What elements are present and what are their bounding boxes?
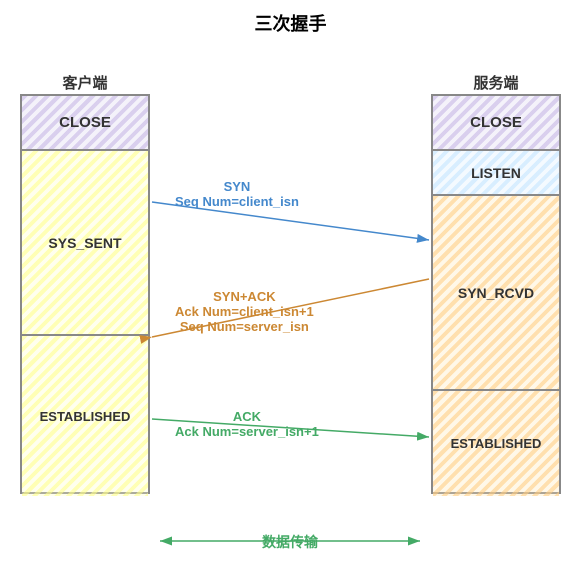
client-label: 客户端 [20, 72, 150, 93]
server-syn-rcvd-state: SYN_RCVD [433, 196, 559, 391]
client-column: CLOSE SYS_SENT ESTABLISHED [20, 94, 150, 494]
client-syn-sent-state: SYS_SENT [22, 151, 148, 336]
syn-label: SYN Seq Num=client_isn [175, 179, 299, 209]
server-listen-state: LISTEN [433, 151, 559, 196]
server-label: 服务端 [431, 72, 561, 93]
server-column: CLOSE LISTEN SYN_RCVD ESTABLISHED [431, 94, 561, 494]
client-close-state: CLOSE [22, 96, 148, 151]
ack-label: ACK Ack Num=server_isn+1 [175, 409, 319, 439]
page-title: 三次握手 [0, 0, 581, 44]
client-established-state: ESTABLISHED [22, 336, 148, 496]
server-established-state: ESTABLISHED [433, 391, 559, 496]
server-close-state: CLOSE [433, 96, 559, 151]
diagram-area: 客户端 服务端 CLOSE SYS_SENT ESTABLISHED CLOSE… [0, 44, 581, 534]
synack-label: SYN+ACK Ack Num=client_isn+1 Seq Num=ser… [175, 289, 314, 334]
data-transfer-label: 数据传输 [150, 532, 430, 552]
